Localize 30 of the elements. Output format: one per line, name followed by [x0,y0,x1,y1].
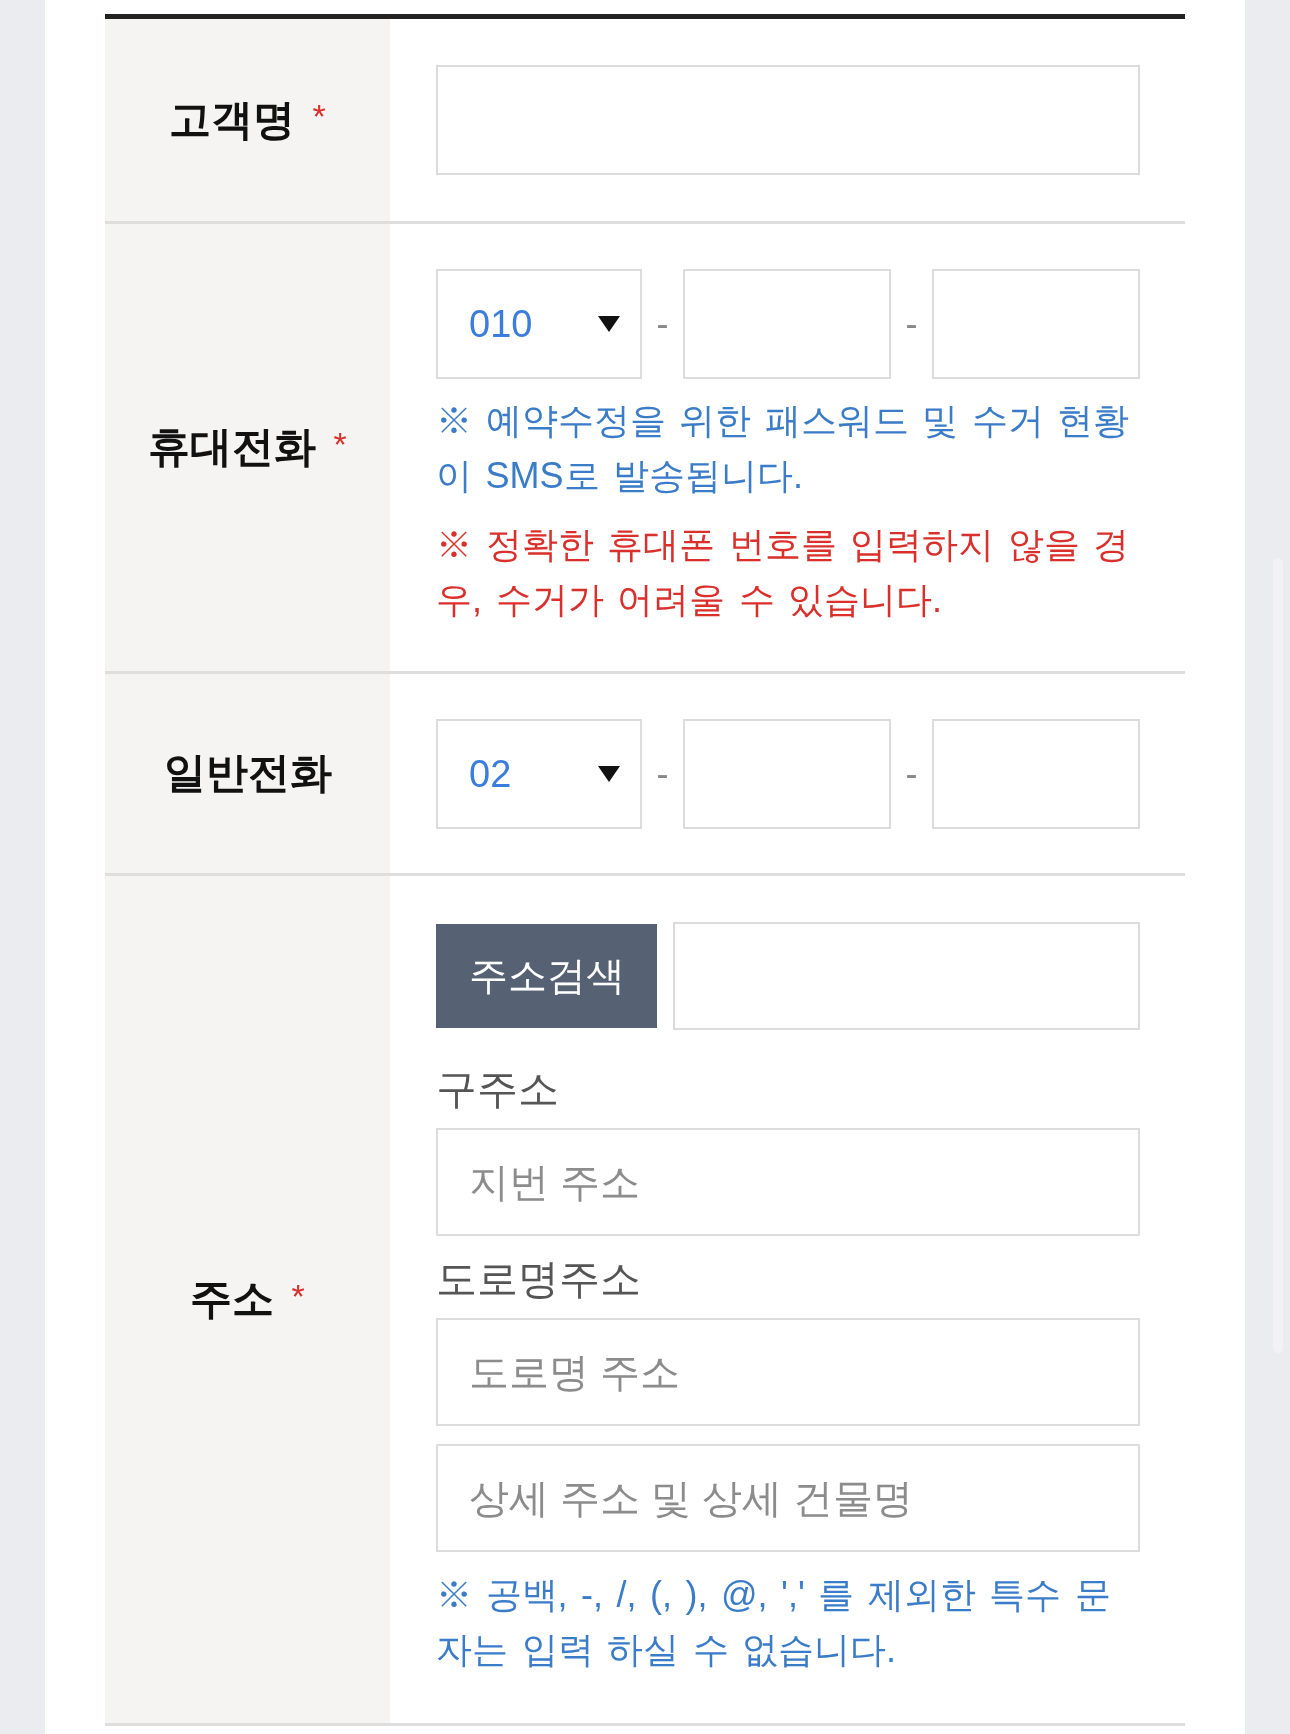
area-code-select[interactable]: 010 [436,269,642,379]
separator-dash: - [904,303,919,345]
required-mark: * [291,1278,305,1313]
caret-icon [598,316,620,332]
info-note: ※ 공백, -, /, (, ), @, ',' 를 제외한 특수 문자는 입력 하실 수 없습니다. [436,1573,1112,1672]
info-note: ※ 예약수정을 위한 패스워드 및 수거 현황이 SMS로 발송됩니다. [436,399,1130,498]
separator-dash: - [904,753,919,795]
address-type-label: 구주소 [436,1065,560,1114]
field-label: 일반전화 [163,748,332,799]
address-type-label: 도로명주소 [436,1255,642,1304]
text-input-field[interactable] [436,65,1140,175]
phone-number-field[interactable] [932,269,1140,379]
address-field[interactable]: 지번 주소 [436,1128,1140,1236]
caret-icon [598,766,620,782]
separator-dash: - [655,303,670,345]
address-field[interactable]: 상세 주소 및 상세 건물명 [436,1444,1140,1552]
field-label: 휴대전화 [148,422,317,473]
area-code-select[interactable]: 02 [436,719,642,829]
required-mark: * [333,426,347,461]
phone-number-field[interactable] [932,719,1140,829]
phone-number-field[interactable] [683,719,891,829]
required-mark: * [312,99,326,133]
phone-number-field[interactable] [683,269,891,379]
separator-dash: - [655,753,670,795]
field-label: 고객명 [169,94,296,145]
postcode-field[interactable] [673,922,1140,1030]
address-search-button[interactable]: 주소검색 [436,924,657,1028]
field-label: 주소 [190,1274,275,1325]
address-field[interactable]: 도로명 주소 [436,1318,1140,1426]
warning-note: ※ 정확한 휴대폰 번호를 입력하지 않을 경우, 수거가 어려울 수 있습니다. [436,523,1130,622]
